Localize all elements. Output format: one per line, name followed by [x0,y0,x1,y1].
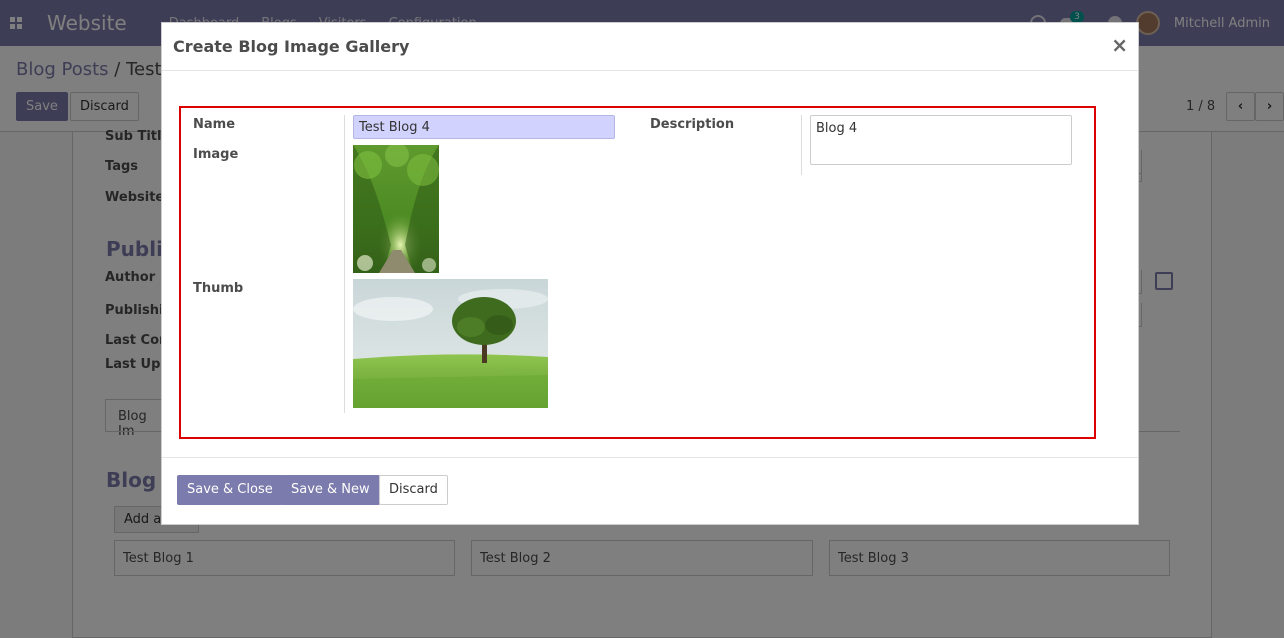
save-new-button[interactable]: Save & New [281,475,380,505]
modal-body: Name Image Thumb Description Blog 4 [162,71,1138,457]
image-label: Image [193,147,239,162]
create-gallery-dialog: Create Blog Image Gallery × Name Image T… [161,22,1139,525]
thumb-label: Thumb [193,281,244,296]
thumb-field-tree[interactable] [353,279,548,408]
column-separator [344,115,345,413]
description-label: Description [650,117,735,132]
description-textarea[interactable]: Blog 4 [810,115,1072,165]
modal-footer: Save & Close Save & New Discard [162,457,1138,525]
close-icon[interactable]: × [1111,33,1128,57]
name-label: Name [193,117,236,132]
save-close-button[interactable]: Save & Close [177,475,283,505]
modal-discard-button[interactable]: Discard [379,475,448,505]
image-field-forest[interactable] [353,145,439,273]
column-separator [801,115,802,175]
modal-header: Create Blog Image Gallery × [162,23,1138,71]
modal-title: Create Blog Image Gallery [173,37,410,56]
name-input[interactable] [353,115,615,139]
